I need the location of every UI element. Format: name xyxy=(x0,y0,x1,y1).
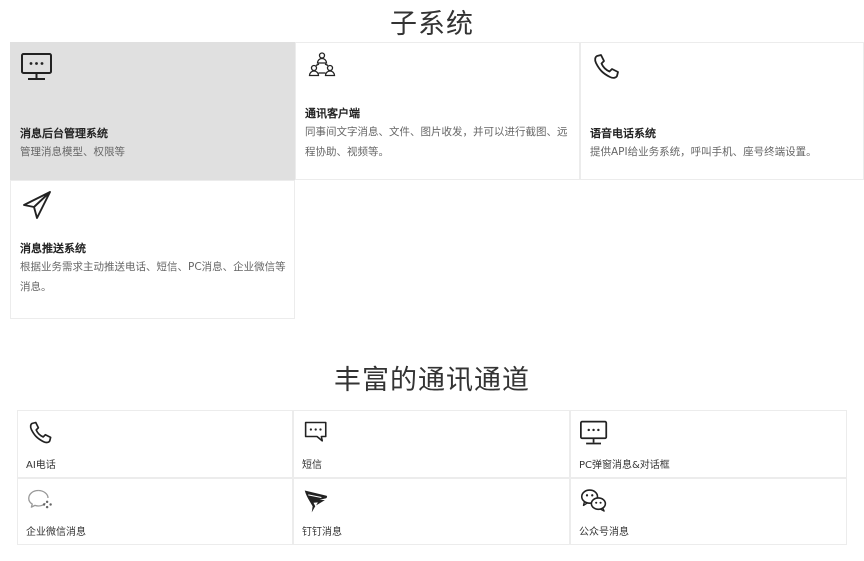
channels-title: 丰富的通讯通道 xyxy=(334,365,530,396)
users-network-icon xyxy=(305,51,339,83)
wechat-icon xyxy=(579,487,609,515)
channel-official-account[interactable]: 公众号消息 xyxy=(570,478,847,545)
channel-dingtalk[interactable]: 钉钉消息 xyxy=(293,478,570,545)
channel-label: PC弹窗消息&对话框 xyxy=(579,460,670,471)
send-icon xyxy=(20,189,54,221)
channel-label: AI电话 xyxy=(26,460,56,471)
channel-label: 公众号消息 xyxy=(579,527,629,538)
wecom-icon xyxy=(26,487,56,515)
channel-label: 短信 xyxy=(302,460,322,471)
channel-ai-phone[interactable]: AI电话 xyxy=(17,410,293,478)
subsystem-desc: 提供API给业务系统，呼叫手机、座号终端设置。 xyxy=(590,146,817,158)
phone-icon xyxy=(26,419,56,447)
subsystem-card-client[interactable]: 通讯客户端 同事间文字消息、文件、图片收发，并可以进行截图、远程协助、视频等。 xyxy=(295,42,580,180)
subsystem-card-voice[interactable]: 语音电话系统 提供API给业务系统，呼叫手机、座号终端设置。 xyxy=(580,42,864,180)
channel-label: 钉钉消息 xyxy=(302,527,342,538)
phone-icon xyxy=(590,51,624,83)
channel-pc-popup[interactable]: PC弹窗消息&对话框 xyxy=(570,410,847,478)
subsystem-desc: 同事间文字消息、文件、图片收发，并可以进行截图、远程协助、视频等。 xyxy=(305,126,568,158)
channel-wecom[interactable]: 企业微信消息 xyxy=(17,478,293,545)
subsystem-name: 语音电话系统 xyxy=(590,127,656,140)
dingtalk-icon xyxy=(302,487,332,515)
subsystem-card-push[interactable]: 消息推送系统 根据业务需求主动推送电话、短信、PC消息、企业微信等消息。 xyxy=(10,180,295,319)
channels-grid: AI电话 短信 PC弹窗消息&对话框 企业微信消息 钉钉消息 公众号消息 xyxy=(17,410,847,545)
message-icon xyxy=(302,419,332,447)
channel-label: 企业微信消息 xyxy=(26,527,86,538)
channel-sms[interactable]: 短信 xyxy=(293,410,570,478)
subsystem-name: 消息后台管理系统 xyxy=(20,127,108,140)
monitor-icon xyxy=(579,419,609,447)
monitor-icon xyxy=(20,51,54,83)
subsystem-name: 通讯客户端 xyxy=(305,107,360,120)
subsystem-desc: 根据业务需求主动推送电话、短信、PC消息、企业微信等消息。 xyxy=(20,261,286,293)
subsystem-name: 消息推送系统 xyxy=(20,242,86,255)
subsystem-desc: 管理消息模型、权限等 xyxy=(20,146,125,158)
subsystem-card-admin[interactable]: 消息后台管理系统 管理消息模型、权限等 xyxy=(10,42,295,180)
subsystems-title: 子系统 xyxy=(390,9,474,40)
